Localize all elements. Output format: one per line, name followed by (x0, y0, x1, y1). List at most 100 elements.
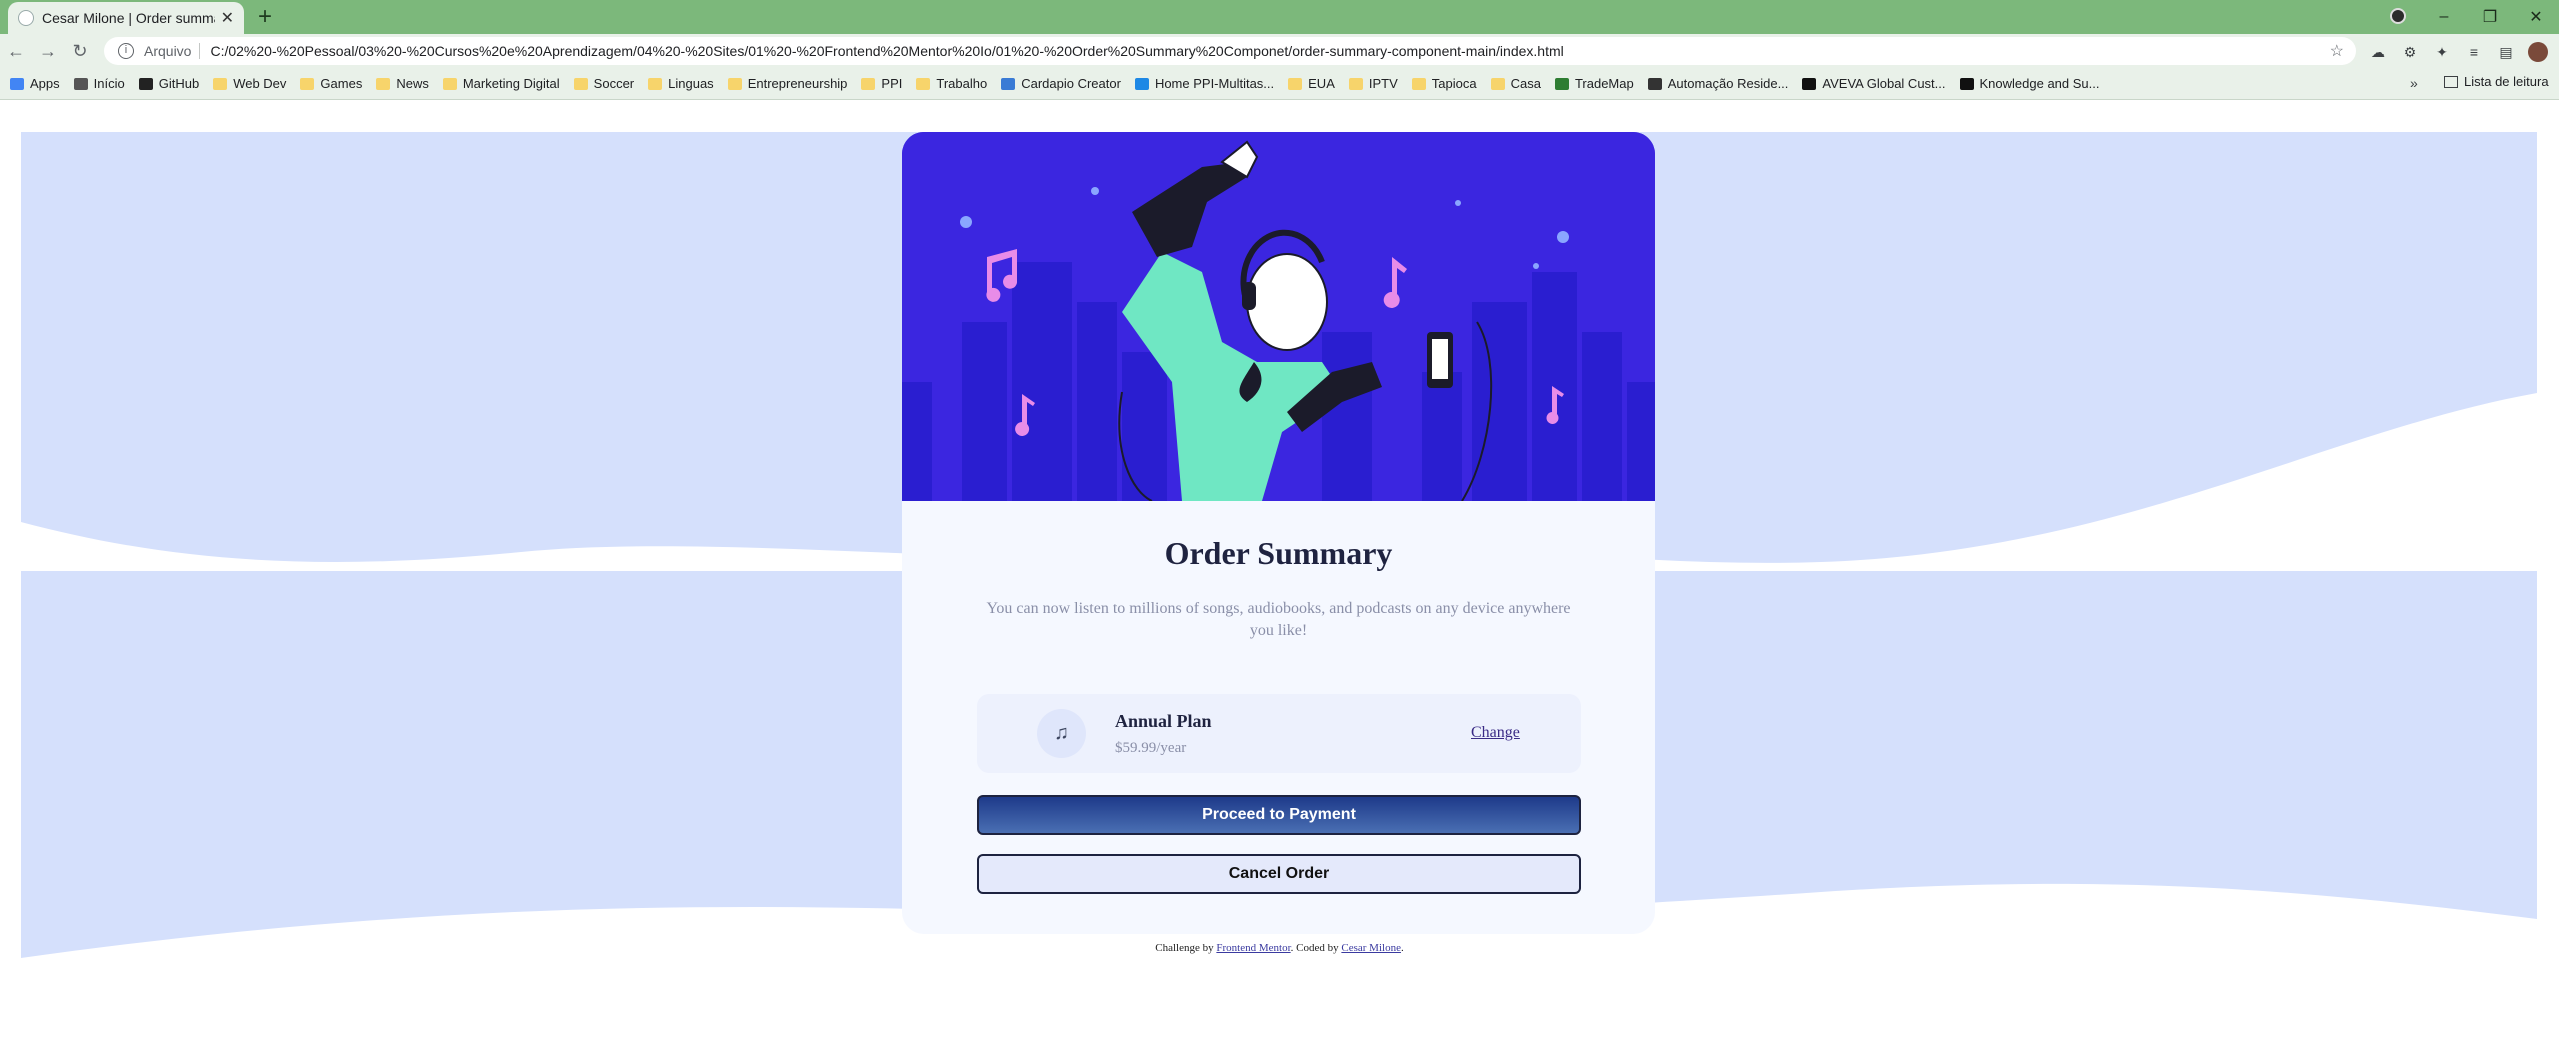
bookmark-item[interactable]: Cardapio Creator (1001, 76, 1121, 91)
url-text[interactable]: C:/02%20-%20Pessoal/03%20-%20Cursos%20e%… (210, 43, 1563, 59)
bookmark-label: Entrepreneurship (747, 76, 848, 91)
bookmark-label: IPTV (1368, 76, 1398, 91)
window-controls: – ❐ ✕ (2421, 0, 2559, 34)
folder-icon (1348, 77, 1363, 90)
bookmark-label: News (396, 76, 429, 91)
dancing-music-illustration (902, 132, 1655, 501)
bookmark-item[interactable]: TradeMap (1554, 76, 1634, 91)
bookmark-item[interactable]: Automação Reside... (1647, 76, 1789, 91)
bookmark-label: Games (320, 76, 363, 91)
close-window-icon[interactable]: ✕ (2513, 7, 2559, 27)
bookmark-label: EUA (1308, 76, 1335, 91)
bookmarks-bar: Apps Início GitHub Web Dev Games News Marketin… (0, 68, 2559, 100)
site-favicon-icon (10, 77, 24, 90)
bookmark-item[interactable]: Início (73, 76, 125, 91)
bookmark-item[interactable]: Marketing Digital (442, 76, 560, 91)
browser-toolbar: ← → ↻ i Arquivo C:/02%20-%20Pessoal/03%2… (0, 34, 2559, 68)
folder-icon (916, 77, 931, 90)
bookmark-item[interactable]: News (376, 76, 429, 91)
folder-icon (1490, 77, 1505, 90)
bookmark-label: Trabalho (936, 76, 988, 91)
attribution-suffix: . (1400, 942, 1404, 954)
bookmark-item[interactable]: Entrepreneurship (727, 76, 848, 91)
bookmark-item[interactable]: EUA (1288, 76, 1335, 91)
bookmark-label: Apps (30, 76, 60, 91)
cloud-extension-icon[interactable]: ☁ (2368, 44, 2388, 61)
bookmark-star-icon[interactable]: ☆ (2330, 41, 2344, 61)
folder-icon (1411, 77, 1426, 90)
reload-icon[interactable]: ↻ (64, 41, 96, 62)
author-link[interactable]: Cesar Milone (1341, 942, 1401, 954)
bookmark-label: PPI (881, 76, 903, 91)
tab-title: Cesar Milone | Order summary co (42, 10, 215, 26)
reading-list-label: Lista de leitura (2464, 74, 2549, 89)
proceed-to-payment-button[interactable]: Proceed to Payment (977, 795, 1581, 835)
site-favicon-icon (138, 77, 153, 90)
site-favicon-icon (1647, 77, 1662, 90)
puzzle-extension-icon[interactable]: ✦ (2432, 44, 2452, 61)
bookmark-item[interactable]: Soccer (573, 76, 635, 91)
divider (199, 43, 201, 59)
close-tab-icon[interactable]: ✕ (221, 8, 234, 28)
bookmark-item[interactable]: Web Dev (213, 76, 286, 91)
folder-icon (442, 77, 457, 90)
bookmark-item[interactable]: Home PPI-Multitas... (1134, 76, 1275, 91)
folder-icon (648, 77, 663, 90)
back-icon[interactable]: ← (0, 41, 32, 62)
description-text: You can now listen to millions of songs,… (986, 600, 1571, 639)
order-summary-card: Order Summary You can now listen to mill… (902, 132, 1655, 934)
media-control-icon[interactable]: ≡ (2464, 44, 2484, 60)
bookmark-item[interactable]: IPTV (1348, 76, 1398, 91)
bookmark-item[interactable]: AVEVA Global Cust... (1802, 76, 1946, 91)
minimize-icon[interactable]: – (2421, 8, 2467, 26)
new-tab-button[interactable]: + (258, 2, 272, 32)
site-favicon-icon (1001, 77, 1016, 90)
bookmark-label: Tapioca (1431, 76, 1477, 91)
page-title: Order Summary (1164, 535, 1393, 571)
bookmark-label: Soccer (593, 76, 635, 91)
tab-strip: Cesar Milone | Order summary co ✕ + – ❐ … (0, 0, 2559, 34)
site-favicon-icon (1554, 77, 1569, 90)
bookmark-item[interactable]: Trabalho (916, 76, 987, 91)
site-favicon-icon (1134, 77, 1149, 90)
plan-name: Annual Plan (1115, 711, 1212, 731)
reading-list-button[interactable]: Lista de leitura (2444, 74, 2549, 89)
bookmark-item[interactable]: Linguas (648, 76, 714, 91)
info-icon[interactable]: i (118, 43, 134, 59)
bookmark-label: Automação Reside... (1667, 76, 1789, 91)
bookmark-item[interactable]: Casa (1490, 76, 1541, 91)
frontend-mentor-link[interactable]: Frontend Mentor (1216, 942, 1290, 954)
folder-icon (300, 77, 315, 90)
favicon-icon (18, 10, 34, 26)
bookmark-label: AVEVA Global Cust... (1822, 76, 1946, 91)
bookmark-item[interactable]: PPI (861, 76, 902, 91)
attribution: Challenge by Frontend Mentor. Coded by C… (0, 942, 2559, 954)
attribution-middle: . Coded by (1290, 942, 1339, 954)
reading-mode-icon[interactable]: ▤ (2496, 44, 2516, 61)
bookmark-label: Knowledge and Su... (1979, 76, 2100, 91)
forward-icon[interactable]: → (32, 41, 64, 62)
change-plan-link[interactable]: Change (1471, 724, 1520, 742)
avatar[interactable] (2528, 42, 2548, 62)
bookmark-item[interactable]: Tapioca (1411, 76, 1477, 91)
bookmark-item[interactable]: GitHub (138, 76, 199, 91)
url-scheme: Arquivo (144, 43, 192, 59)
bookmark-label: Home PPI-Multitas... (1154, 76, 1275, 91)
bookmark-label: Início (93, 76, 125, 91)
address-bar[interactable]: i Arquivo C:/02%20-%20Pessoal/03%20-%20C… (104, 37, 2356, 65)
plan-price: $59.99/year (1115, 740, 1187, 756)
folder-icon (213, 77, 228, 90)
site-favicon-icon (73, 77, 88, 90)
bookmark-item[interactable]: Apps (10, 76, 60, 91)
bookmark-label: Casa (1510, 76, 1541, 91)
more-bookmarks-icon[interactable]: » (2410, 75, 2418, 91)
bookmark-item[interactable]: Knowledge and Su... (1959, 76, 2100, 91)
cancel-order-button[interactable]: Cancel Order (977, 854, 1581, 894)
settings-extension-icon[interactable]: ⚙ (2400, 44, 2420, 61)
browser-tab[interactable]: Cesar Milone | Order summary co ✕ (8, 2, 244, 34)
attribution-prefix: Challenge by (1155, 942, 1214, 954)
bookmark-label: Linguas (668, 76, 714, 91)
bookmark-item[interactable]: Games (300, 76, 362, 91)
restore-icon[interactable]: ❐ (2467, 7, 2513, 27)
profile-icon[interactable] (2390, 8, 2406, 24)
